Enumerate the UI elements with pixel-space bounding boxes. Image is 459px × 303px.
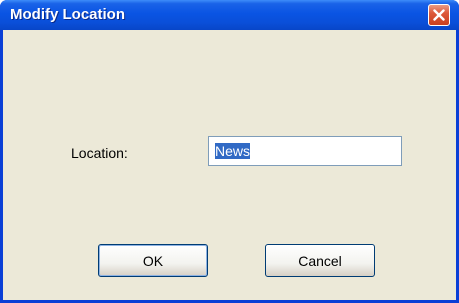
cancel-button[interactable]: Cancel [265,244,375,277]
location-input[interactable] [208,136,402,166]
title-bar[interactable]: Modify Location [0,0,459,30]
dialog-body: Location: OK Cancel [3,30,456,300]
ok-button[interactable]: OK [98,244,208,277]
modify-location-dialog: Modify Location Location: OK Cancel [0,0,459,303]
dialog-title: Modify Location [10,6,125,23]
close-icon [433,9,445,21]
location-label: Location: [71,145,128,161]
close-button[interactable] [428,4,450,26]
